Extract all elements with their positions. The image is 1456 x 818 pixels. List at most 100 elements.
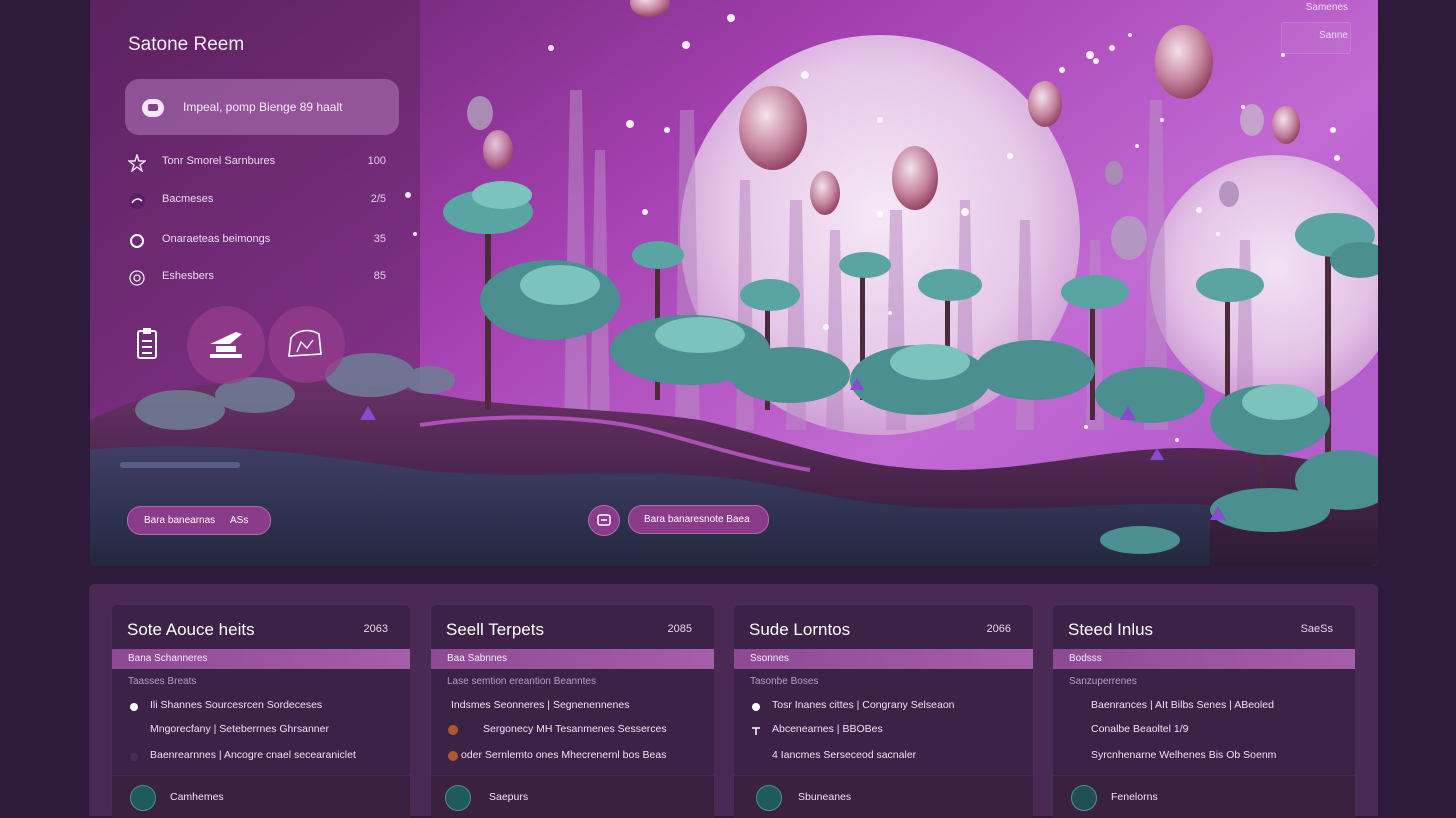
globe-icon xyxy=(130,785,156,811)
menu-label: Tonr Smorel Sarnbures xyxy=(162,155,276,167)
blob-icon xyxy=(448,751,458,761)
card-title: Steed Inlus xyxy=(1068,620,1154,639)
hero-left-value: ASs xyxy=(230,515,249,526)
blob-icon xyxy=(448,725,458,735)
search-input[interactable]: Impeal, pomp Bienge 89 haalt xyxy=(183,100,342,114)
card-band-text: Bana Schanneres xyxy=(128,653,208,664)
card-count: 2063 xyxy=(363,623,388,635)
card-title: Sote Aouce heits xyxy=(127,620,255,639)
list-item[interactable]: Syrcnhenarne Welhenes Bis Ob Soenm xyxy=(1069,749,1345,763)
list-item[interactable]: Indsmes Seonneres | Segnenennenes xyxy=(447,699,704,713)
card-subtitle: Lase semtion ereantion Beanntes xyxy=(447,676,596,687)
card-band-text: Baa Sabnnes xyxy=(447,653,508,664)
arrow-icon xyxy=(752,727,760,735)
clipboard-icon[interactable] xyxy=(136,328,158,360)
card-count: SaeSs xyxy=(1300,623,1333,635)
lock-icon xyxy=(142,99,164,117)
row-text: Indsmes Seonneres | Segnenennenes xyxy=(451,699,630,711)
list-item[interactable]: Baenrearnnes | Ancogre cnael secearanicl… xyxy=(128,749,400,763)
footer-label: Camhemes xyxy=(170,791,224,803)
menu-item-1[interactable]: Tonr Smorel Sarnbures 100 xyxy=(128,152,386,174)
row-text: Ili Shannes Sourcesrcen Sordeceses xyxy=(150,699,323,711)
menu-value: 100 xyxy=(367,155,386,167)
card-band: Ssonnes xyxy=(734,649,1033,669)
circle-icon xyxy=(130,753,138,761)
list-item[interactable]: Conalbe Beaoltel 1/9 xyxy=(1069,723,1345,737)
row-text: 4 Iancmes Serseceod sacnaler xyxy=(772,749,917,761)
footer-label: Fenelorns xyxy=(1111,791,1158,803)
card-count: 2085 xyxy=(667,623,692,635)
paint-icon xyxy=(129,193,145,209)
menu-value: 2/5 xyxy=(370,193,386,205)
check-icon xyxy=(1071,785,1097,811)
card-subtitle: Tasonbe Boses xyxy=(750,676,819,687)
airplane-icon xyxy=(210,332,242,358)
hero-right-button[interactable]: Bara banaresnote Baea xyxy=(628,505,769,534)
card-2[interactable]: Seell Terpets 2085 Baa Sabnnes Lase semt… xyxy=(430,604,715,818)
target-icon xyxy=(129,270,145,286)
dot-icon xyxy=(130,703,138,711)
card-band-text: Ssonnes xyxy=(750,653,789,664)
star-icon xyxy=(128,154,146,172)
card-band-text: Bodsss xyxy=(1069,653,1102,664)
menu-item-3[interactable]: Onaraeteas beimongs 35 xyxy=(128,230,386,252)
card-subtitle: Sanzuperrenes xyxy=(1069,676,1137,687)
list-item[interactable]: 4 Iancmes Serseceod sacnaler xyxy=(750,749,1023,763)
menu-label: Onaraeteas beimongs xyxy=(162,233,271,245)
row-text: Syrcnhenarne Welhenes Bis Ob Soenm xyxy=(1091,749,1277,761)
map-icon xyxy=(288,329,322,357)
menu-label: Bacmeses xyxy=(162,193,214,205)
header-tab-1[interactable]: Samenes xyxy=(1306,2,1348,13)
hero-banner: Satone Reem Samenes Sanne Impeal, pomp B… xyxy=(90,0,1378,566)
hero-right-label: Bara banaresnote Baea xyxy=(644,514,750,525)
tooth-icon xyxy=(756,785,782,811)
hero-left-button[interactable]: Bara banearnas ASs xyxy=(127,506,271,535)
map-button[interactable] xyxy=(268,306,345,383)
row-text: Sergonecy MH Tesanmenes Sesserces xyxy=(483,723,667,735)
footer-label: Saepurs xyxy=(489,791,529,803)
search-bar[interactable]: Impeal, pomp Bienge 89 haalt xyxy=(125,79,399,135)
list-item[interactable]: Abcenearnes | BBOBes xyxy=(750,723,1023,737)
dot-icon xyxy=(752,703,760,711)
hero-icon-button[interactable] xyxy=(588,505,620,536)
row-text: Mngorecfany | Seteberrnes Ghrsanner xyxy=(150,723,329,735)
cup-icon xyxy=(597,514,611,526)
ring-icon xyxy=(130,234,144,248)
menu-value: 35 xyxy=(373,233,386,245)
hero-left-label: Bara banearnas xyxy=(144,515,216,526)
row-text: Tosr Inanes cittes | Congrany Selseaon xyxy=(772,699,955,711)
row-text: Baenrearnnes | Ancogre cnael secearanicl… xyxy=(150,749,356,761)
list-item[interactable]: Mngorecfany | Seteberrnes Ghrsanner xyxy=(128,723,400,737)
card-band: Baa Sabnnes xyxy=(431,649,714,669)
row-text: Conalbe Beaoltel 1/9 xyxy=(1091,723,1189,735)
app-title: Satone Reem xyxy=(128,34,245,55)
cards-panel: Sote Aouce heits 2063 Bana Schanneres Ta… xyxy=(89,584,1378,818)
row-text: oder Sernlemto ones Mhecrenernl bos Beas xyxy=(461,749,667,761)
list-item[interactable]: Sergonecy MH Tesanmenes Sesserces xyxy=(447,723,704,737)
card-count: 2066 xyxy=(986,623,1011,635)
footer-label: Sbuneanes xyxy=(798,791,852,803)
card-3[interactable]: Sude Lorntos 2066 Ssonnes Tasonbe Boses … xyxy=(733,604,1034,818)
card-band: Bodsss xyxy=(1053,649,1355,669)
card-footer[interactable]: Sbuneanes xyxy=(734,775,1033,818)
card-footer[interactable]: Saepurs xyxy=(431,775,714,818)
card-footer[interactable]: Camhemes xyxy=(112,775,410,818)
card-title: Seell Terpets xyxy=(446,620,544,639)
f-icon xyxy=(445,785,471,811)
list-item[interactable]: oder Sernlemto ones Mhecrenernl bos Beas xyxy=(447,749,704,763)
card-band: Bana Schanneres xyxy=(112,649,410,669)
list-item[interactable]: Tosr Inanes cittes | Congrany Selseaon xyxy=(750,699,1023,713)
row-text: Baenrances | AIt Bilbs Senes | ABeoled xyxy=(1091,699,1274,711)
card-4[interactable]: Steed Inlus SaeSs Bodsss Sanzuperrenes B… xyxy=(1052,604,1356,818)
list-item[interactable]: Ili Shannes Sourcesrcen Sordeceses xyxy=(128,699,400,713)
menu-label: Eshesbers xyxy=(162,270,214,282)
header-tab-2[interactable]: Sanne xyxy=(1319,30,1348,41)
menu-item-4[interactable]: Eshesbers 85 xyxy=(128,267,386,289)
airplane-button[interactable] xyxy=(187,306,265,384)
card-footer[interactable]: Fenelorns xyxy=(1053,775,1355,818)
card-subtitle: Taasses Breats xyxy=(128,676,197,687)
card-1[interactable]: Sote Aouce heits 2063 Bana Schanneres Ta… xyxy=(111,604,411,818)
menu-value: 85 xyxy=(373,270,386,282)
list-item[interactable]: Baenrances | AIt Bilbs Senes | ABeoled xyxy=(1069,699,1345,713)
menu-item-2[interactable]: Bacmeses 2/5 xyxy=(128,190,386,212)
